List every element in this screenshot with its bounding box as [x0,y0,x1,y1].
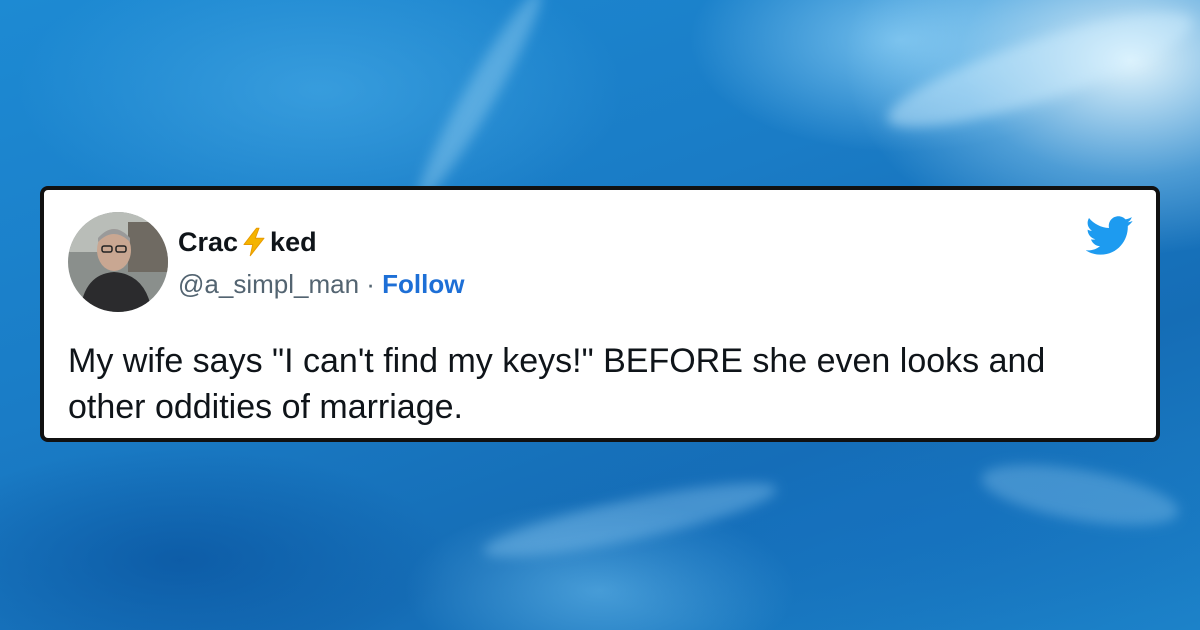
display-name[interactable]: Crac ked [178,226,317,258]
tweet-card: Crac ked @a_simpl_man · Follow My wife s… [40,186,1160,442]
handle-row: @a_simpl_man · Follow [178,268,465,300]
background-highlight [407,0,553,207]
background-highlight [977,453,1183,537]
background-highlight [479,469,781,571]
lightning-bolt-icon [243,227,265,257]
display-name-end: ked [270,227,317,257]
separator-dot: · [366,269,375,299]
avatar-image [68,212,168,312]
user-handle[interactable]: @a_simpl_man [178,269,359,299]
background-highlight [878,0,1200,148]
follow-button[interactable]: Follow [382,269,464,299]
avatar[interactable] [68,212,168,312]
display-name-start: Crac [178,227,239,257]
twitter-bird-icon[interactable] [1086,216,1134,256]
tweet-text: My wife says "I can't find my keys!" BEF… [68,342,1046,426]
